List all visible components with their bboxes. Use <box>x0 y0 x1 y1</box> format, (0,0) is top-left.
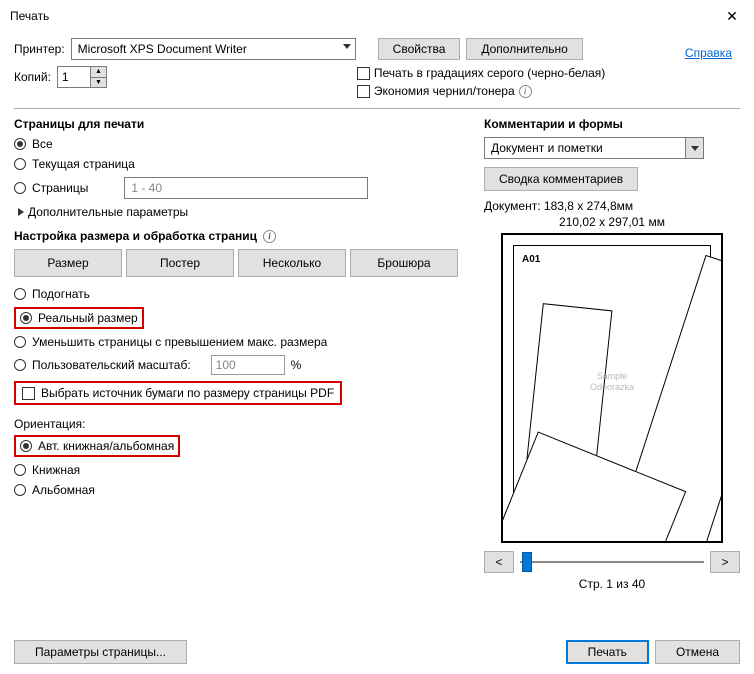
tab-size[interactable]: Размер <box>14 249 122 277</box>
cancel-button[interactable]: Отмена <box>655 640 740 664</box>
sizing-heading: Настройка размера и обработка страниц <box>14 229 257 243</box>
orientation-auto-label: Авт. книжная/альбомная <box>38 439 174 453</box>
orientation-heading: Ориентация: <box>14 417 474 431</box>
printer-label: Принтер: <box>14 42 65 56</box>
orientation-auto-radio[interactable] <box>20 440 32 452</box>
pages-range-label: Страницы <box>32 181 88 195</box>
comments-combo-value: Документ и пометки <box>491 141 603 155</box>
printer-value: Microsoft XPS Document Writer <box>78 42 247 56</box>
custom-scale-radio[interactable] <box>14 359 26 371</box>
actual-size-radio[interactable] <box>20 312 32 324</box>
advanced-button[interactable]: Дополнительно <box>466 38 582 60</box>
copies-up-icon[interactable]: ▲ <box>91 67 106 78</box>
percent-label: % <box>291 358 302 372</box>
paper-source-checkbox[interactable] <box>22 387 35 400</box>
close-icon[interactable]: ✕ <box>718 6 746 26</box>
shrink-label: Уменьшить страницы с превышением макс. р… <box>32 335 327 349</box>
copies-value: 1 <box>58 70 90 84</box>
watermark: SampleOdnorazka <box>590 372 634 394</box>
info-icon[interactable]: i <box>263 230 276 243</box>
orientation-landscape-radio[interactable] <box>14 484 26 496</box>
fit-radio[interactable] <box>14 288 26 300</box>
tab-poster[interactable]: Постер <box>126 249 234 277</box>
info-icon[interactable]: i <box>519 85 532 98</box>
savetoner-checkbox[interactable] <box>357 85 370 98</box>
more-options-label[interactable]: Дополнительные параметры <box>28 205 188 219</box>
grayscale-label: Печать в градациях серого (черно-белая) <box>374 66 605 80</box>
copies-label: Копий: <box>14 70 51 84</box>
savetoner-label: Экономия чернил/тонера <box>374 84 515 98</box>
custom-scale-value: 100 <box>216 358 236 372</box>
paper-source-label: Выбрать источник бумаги по размеру стран… <box>41 386 334 400</box>
copies-down-icon[interactable]: ▼ <box>91 78 106 88</box>
tab-booklet[interactable]: Брошюра <box>350 249 458 277</box>
page-dimensions-label: 210,02 x 297,01 мм <box>484 215 740 229</box>
comments-heading: Комментарии и формы <box>484 117 740 131</box>
next-page-button[interactable]: > <box>710 551 740 573</box>
document-dimensions-label: Документ: 183,8 x 274,8мм <box>484 199 740 213</box>
window-title: Печать <box>10 9 49 23</box>
copies-input[interactable]: 1 ▲ ▼ <box>57 66 107 88</box>
comments-summary-button[interactable]: Сводка комментариев <box>484 167 638 191</box>
slider-thumb[interactable] <box>522 552 532 572</box>
comments-combo[interactable]: Документ и пометки <box>484 137 704 159</box>
orientation-portrait-radio[interactable] <box>14 464 26 476</box>
print-button[interactable]: Печать <box>566 640 649 664</box>
pages-all-radio[interactable] <box>14 138 26 150</box>
properties-button[interactable]: Свойства <box>378 38 461 60</box>
page-setup-button[interactable]: Параметры страницы... <box>14 640 187 664</box>
pages-current-radio[interactable] <box>14 158 26 170</box>
pages-range-radio[interactable] <box>14 182 26 194</box>
grayscale-checkbox[interactable] <box>357 67 370 80</box>
actual-size-label: Реальный размер <box>38 311 138 325</box>
custom-scale-input[interactable]: 100 <box>211 355 285 375</box>
custom-scale-label: Пользовательский масштаб: <box>32 358 191 372</box>
preview-sheet-label: A01 <box>522 254 540 265</box>
prev-page-button[interactable]: < <box>484 551 514 573</box>
chevron-down-icon[interactable] <box>685 138 703 158</box>
pages-range-input[interactable]: 1 - 40 <box>124 177 368 199</box>
fit-label: Подогнать <box>32 287 90 301</box>
pages-range-value: 1 - 40 <box>131 181 162 195</box>
orientation-landscape-label: Альбомная <box>32 483 95 497</box>
shrink-radio[interactable] <box>14 336 26 348</box>
expand-icon[interactable] <box>18 208 24 216</box>
page-slider[interactable] <box>520 551 704 573</box>
page-indicator: Стр. 1 из 40 <box>484 577 740 591</box>
pages-all-label: Все <box>32 137 53 151</box>
tab-multiple[interactable]: Несколько <box>238 249 346 277</box>
orientation-portrait-label: Книжная <box>32 463 80 477</box>
help-link[interactable]: Справка <box>685 46 732 60</box>
printer-select[interactable]: Microsoft XPS Document Writer <box>71 38 356 60</box>
print-preview: A01 SampleOdnorazka <box>501 233 723 543</box>
pages-current-label: Текущая страница <box>32 157 135 171</box>
pages-heading: Страницы для печати <box>14 117 474 131</box>
